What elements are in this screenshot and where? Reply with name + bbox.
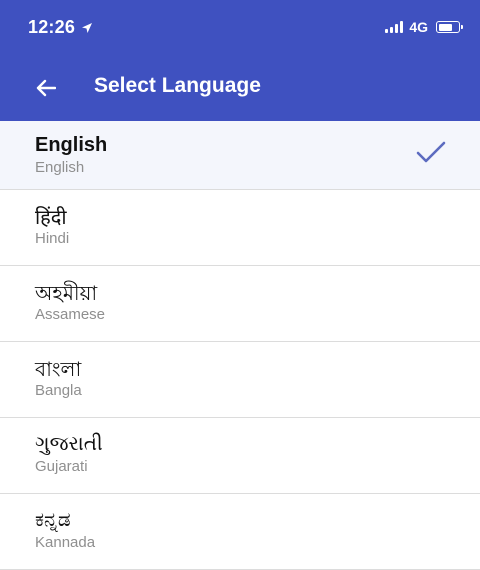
header: 12:26 4G Select Language xyxy=(0,0,480,121)
status-bar: 12:26 4G xyxy=(0,0,480,58)
language-item-english[interactable]: English English xyxy=(0,121,480,190)
checkmark-icon xyxy=(416,141,446,163)
location-arrow-icon xyxy=(82,22,93,33)
language-english-name: Kannada xyxy=(35,534,96,551)
language-english-name: Assamese xyxy=(35,306,106,323)
language-item-bangla[interactable]: বাংলা Bangla xyxy=(0,342,480,418)
status-time: 12:26 xyxy=(28,17,76,37)
nav-bar: Select Language xyxy=(0,58,480,121)
arrow-left-icon xyxy=(36,79,56,97)
status-indicators: 4G xyxy=(385,19,463,35)
language-english-name: Hindi xyxy=(35,230,70,247)
page-title: Select Language xyxy=(94,74,261,97)
language-native-name: हिंदी xyxy=(35,205,67,229)
language-english-name: English xyxy=(35,159,85,176)
battery-icon xyxy=(436,21,463,33)
language-item-gujarati[interactable]: ગુજરાતી Gujarati xyxy=(0,418,480,494)
app-screen: 12:26 4G Select Language English English… xyxy=(0,0,480,570)
back-button[interactable] xyxy=(30,72,62,104)
status-time-group: 12:26 xyxy=(28,17,93,38)
language-native-name: ગુજરાતી xyxy=(35,431,103,455)
language-item-hindi[interactable]: हिंदी Hindi xyxy=(0,190,480,266)
language-native-name: ಕನ್ನಡ xyxy=(35,507,71,531)
language-list: English English हिंदी Hindi অহমীয়া Assa… xyxy=(0,121,480,570)
language-native-name: English xyxy=(35,134,108,156)
language-english-name: Bangla xyxy=(35,382,82,399)
language-item-assamese[interactable]: অহমীয়া Assamese xyxy=(0,266,480,342)
language-english-name: Gujarati xyxy=(35,458,88,475)
language-item-kannada[interactable]: ಕನ್ನಡ Kannada xyxy=(0,494,480,570)
signal-icon xyxy=(385,21,404,33)
network-label: 4G xyxy=(409,19,428,35)
